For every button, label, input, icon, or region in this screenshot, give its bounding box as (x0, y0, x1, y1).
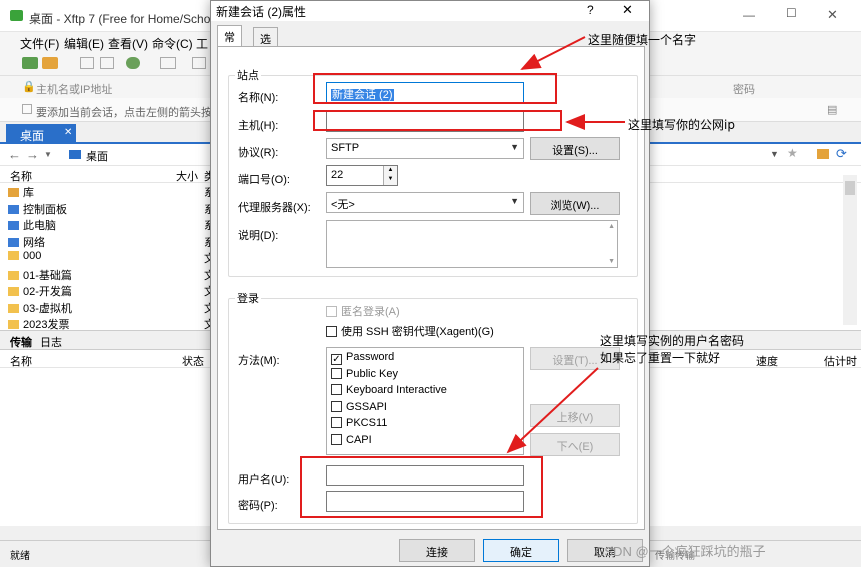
annotation-arrows (506, 36, 625, 454)
annotation-note-host: 这里填写你的公网ip (628, 118, 735, 132)
arrow-login (506, 367, 599, 454)
annotation-note-login-1: 这里填写实例的用户名密码 (600, 334, 745, 348)
arrow-name (520, 36, 586, 70)
annotation-note-login-2: 如果忘了重置一下就好 (600, 351, 721, 365)
annotation-note-name: 这里随便填一个名字 (588, 33, 697, 47)
watermark: CSDN @一个疯狂踩坑的瓶子 (595, 544, 766, 559)
